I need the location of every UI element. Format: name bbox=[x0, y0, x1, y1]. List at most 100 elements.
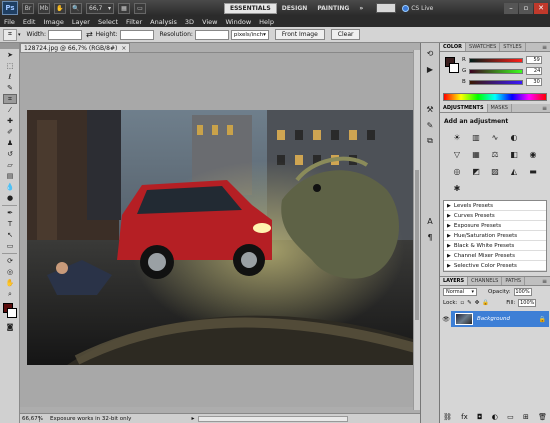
document-tab[interactable]: 128724.jpg @ 66,7% (RGB/8#) × bbox=[20, 43, 131, 52]
crop-tool-icon[interactable]: ⌗ bbox=[3, 94, 17, 104]
eyedropper-tool-icon[interactable]: ⁄ bbox=[3, 105, 17, 115]
color-panel-background-swatch[interactable] bbox=[449, 63, 459, 73]
layer-style-icon[interactable]: fx bbox=[461, 413, 468, 421]
menu-select[interactable]: Select bbox=[94, 18, 122, 26]
menu-filter[interactable]: Filter bbox=[122, 18, 146, 26]
lock-transparent-icon[interactable]: ▫ bbox=[460, 300, 464, 306]
width-field[interactable] bbox=[47, 29, 82, 40]
blend-mode-select[interactable]: Normal ▾ bbox=[443, 287, 477, 296]
menu-window[interactable]: Window bbox=[222, 18, 256, 26]
tool-preset-chevron-icon[interactable]: ▾ bbox=[18, 32, 21, 38]
gradient-map-icon[interactable]: ▬ bbox=[526, 165, 540, 177]
clone-stamp-tool-icon[interactable]: ♟ bbox=[3, 138, 17, 148]
preset-item[interactable]: ▶ Levels Presets bbox=[444, 201, 546, 211]
preset-item[interactable]: ▶ Hue/Saturation Presets bbox=[444, 231, 546, 241]
hand-icon[interactable]: ✋ bbox=[54, 2, 66, 14]
horizontal-scrollbar[interactable] bbox=[198, 415, 349, 422]
tool-presets-icon[interactable]: ⚒ bbox=[424, 103, 436, 115]
lock-position-icon[interactable]: ✥ bbox=[475, 300, 480, 306]
blue-slider[interactable] bbox=[468, 79, 523, 85]
brush-tool-icon[interactable]: ✐ bbox=[3, 127, 17, 137]
status-menu-arrow[interactable]: ▸ bbox=[191, 415, 194, 422]
actions-icon[interactable]: ▶ bbox=[424, 63, 436, 75]
curves-icon[interactable]: ∿ bbox=[488, 131, 502, 143]
workspace-more[interactable]: » bbox=[354, 3, 368, 14]
menu-analysis[interactable]: Analysis bbox=[146, 18, 181, 26]
vibrance-icon[interactable]: ▽ bbox=[450, 148, 464, 160]
new-group-icon[interactable]: ▭ bbox=[507, 413, 514, 421]
vertical-scrollbar-thumb[interactable] bbox=[415, 170, 419, 320]
zoom-percentage[interactable]: 66,67% bbox=[20, 415, 43, 422]
photo-filter-icon[interactable]: ◉ bbox=[526, 148, 540, 160]
arrange-documents-icon[interactable]: ▦ bbox=[118, 2, 130, 14]
quick-mask-icon[interactable]: ◙ bbox=[3, 322, 17, 332]
preset-item[interactable]: ▶ Selective Color Presets bbox=[444, 261, 546, 271]
pen-tool-icon[interactable]: ✒ bbox=[3, 208, 17, 218]
zoom-tool-icon[interactable]: ⌕ bbox=[3, 289, 17, 299]
opacity-field[interactable]: 100% bbox=[513, 287, 532, 296]
tab-styles[interactable]: STYLES bbox=[500, 43, 526, 51]
history-icon[interactable]: ⟲ bbox=[424, 47, 436, 59]
character-icon[interactable]: A bbox=[424, 215, 436, 227]
type-tool-icon[interactable]: T bbox=[3, 219, 17, 229]
close-button[interactable]: ✕ bbox=[534, 2, 548, 14]
layer-row-background[interactable]: 👁 Background 🔒 bbox=[441, 311, 549, 327]
adjustment-layer-icon[interactable]: ◐ bbox=[492, 413, 498, 421]
workspace-design[interactable]: DESIGN bbox=[277, 3, 313, 14]
lock-image-icon[interactable]: ✎ bbox=[467, 300, 472, 306]
levels-icon[interactable]: ▥ bbox=[469, 131, 483, 143]
cs-live-button[interactable]: CS Live bbox=[402, 4, 433, 12]
tools-panel-grip[interactable] bbox=[0, 43, 19, 49]
threshold-icon[interactable]: ◭ bbox=[507, 165, 521, 177]
eye-icon[interactable]: 👁 bbox=[441, 311, 451, 327]
green-value-field[interactable]: 24 bbox=[526, 67, 543, 75]
menu-3d[interactable]: 3D bbox=[181, 18, 198, 26]
close-document-icon[interactable]: × bbox=[121, 45, 126, 52]
brightness-contrast-icon[interactable]: ☀ bbox=[450, 131, 464, 143]
path-selection-tool-icon[interactable]: ↖ bbox=[3, 230, 17, 240]
invert-icon[interactable]: ◩ bbox=[469, 165, 483, 177]
clone-source-icon[interactable]: ⧉ bbox=[424, 135, 436, 147]
tab-adjustments[interactable]: ADJUSTMENTS bbox=[440, 104, 488, 112]
crop-tool-preset-icon[interactable]: ⌗ bbox=[3, 28, 17, 41]
preset-item[interactable]: ▶ Channel Mixer Presets bbox=[444, 251, 546, 261]
dodge-tool-icon[interactable]: ● bbox=[3, 193, 17, 203]
hand-tool-icon[interactable]: ✋ bbox=[3, 278, 17, 288]
menu-view[interactable]: View bbox=[198, 18, 221, 26]
exposure-icon[interactable]: ◐ bbox=[507, 131, 521, 143]
swap-dimensions-icon[interactable]: ⇄ bbox=[86, 30, 93, 39]
tab-paths[interactable]: PATHS bbox=[502, 277, 526, 285]
tab-color[interactable]: COLOR bbox=[440, 43, 467, 51]
front-image-button[interactable]: Front Image bbox=[274, 29, 325, 40]
color-balance-icon[interactable]: ⚖ bbox=[488, 148, 502, 160]
screen-mode-icon[interactable]: ▭ bbox=[134, 2, 146, 14]
panel-menu-icon[interactable]: ≡ bbox=[539, 104, 550, 112]
red-value-field[interactable]: 59 bbox=[525, 56, 542, 64]
vertical-scrollbar[interactable] bbox=[413, 50, 420, 410]
3d-camera-tool-icon[interactable]: ◎ bbox=[3, 267, 17, 277]
black-white-icon[interactable]: ◧ bbox=[507, 148, 521, 160]
height-field[interactable] bbox=[119, 29, 154, 40]
menu-file[interactable]: File bbox=[0, 18, 19, 26]
posterize-icon[interactable]: ▨ bbox=[488, 165, 502, 177]
menu-help[interactable]: Help bbox=[255, 18, 278, 26]
document-canvas[interactable] bbox=[27, 110, 416, 365]
quick-selection-tool-icon[interactable]: ✎ bbox=[3, 83, 17, 93]
hue-saturation-icon[interactable]: ▦ bbox=[469, 148, 483, 160]
resolution-unit-select[interactable]: pixels/inch ▾ bbox=[230, 29, 269, 40]
tab-layers[interactable]: LAYERS bbox=[440, 277, 469, 285]
tab-masks[interactable]: MASKS bbox=[488, 104, 512, 112]
workspace-essentials[interactable]: ESSENTIALS bbox=[224, 2, 277, 14]
panel-menu-icon[interactable]: ≡ bbox=[539, 277, 550, 285]
shape-tool-icon[interactable]: ▭ bbox=[3, 241, 17, 251]
maximize-button[interactable]: ▫ bbox=[519, 2, 533, 14]
zoom-level-select[interactable]: 66,7 ▾ bbox=[86, 2, 114, 14]
blur-tool-icon[interactable]: 💧 bbox=[3, 182, 17, 192]
preset-item[interactable]: ▶ Black & White Presets bbox=[444, 241, 546, 251]
panel-menu-icon[interactable]: ≡ bbox=[539, 43, 550, 51]
clear-button[interactable]: Clear bbox=[330, 29, 361, 40]
link-layers-icon[interactable]: ⛓ bbox=[443, 413, 452, 421]
search-field[interactable] bbox=[376, 3, 397, 13]
gradient-tool-icon[interactable]: ▤ bbox=[3, 171, 17, 181]
menu-image[interactable]: Image bbox=[39, 18, 67, 26]
